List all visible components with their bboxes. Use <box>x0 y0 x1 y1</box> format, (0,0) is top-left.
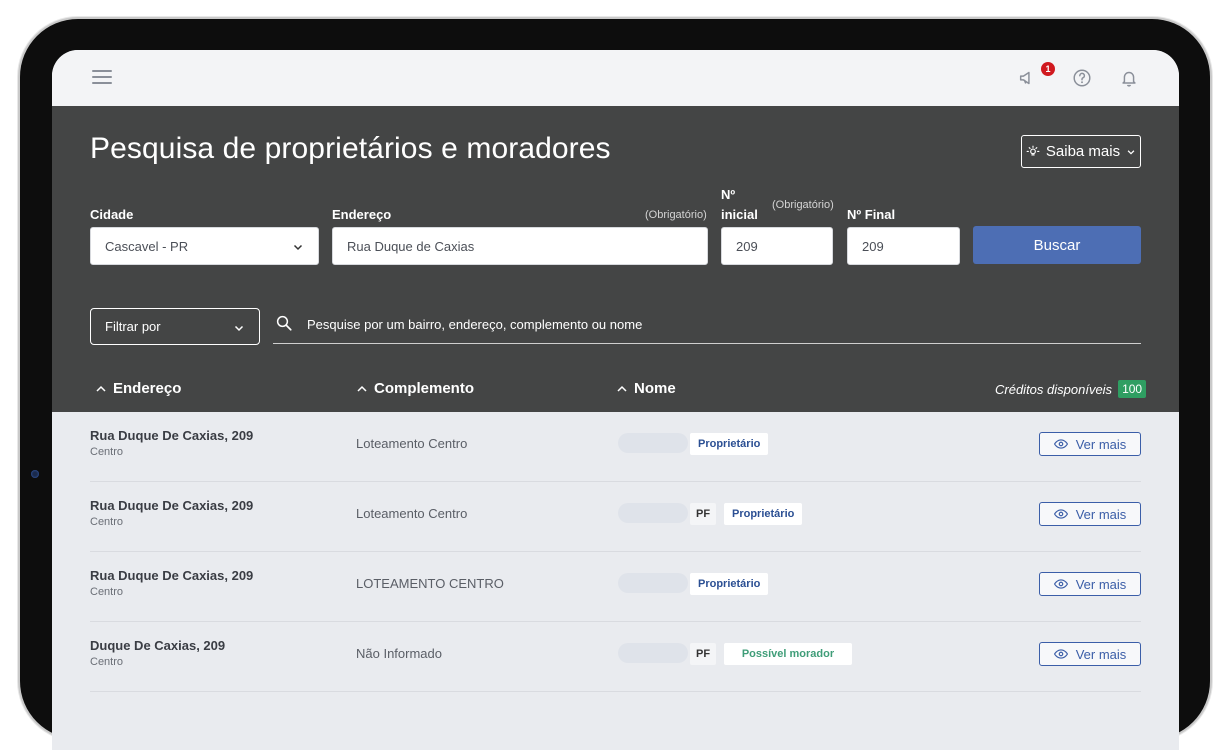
table-row: Rua Duque De Caxias, 209 Centro Loteamen… <box>90 482 1141 552</box>
name-placeholder <box>618 643 688 663</box>
num-inicial-value: 209 <box>736 238 758 254</box>
row-bairro: Centro <box>90 656 124 668</box>
search-icon <box>276 315 292 331</box>
name-placeholder <box>618 433 688 453</box>
tag-badge: Proprietário <box>690 433 769 455</box>
search-panel: Pesquisa de proprietários e moradores Sa… <box>52 106 1179 412</box>
table-row: Rua Duque De Caxias, 209 Centro Loteamen… <box>90 412 1141 482</box>
chevron-up-icon <box>617 385 627 392</box>
ver-mais-button[interactable]: Ver mais <box>1039 572 1141 596</box>
column-header-complemento[interactable]: Complemento <box>356 380 474 397</box>
chevron-down-icon <box>293 244 303 251</box>
tablet-frame: 1 Pesquisa de proprietários e moradores … <box>20 19 1210 750</box>
filtrar-por-select[interactable]: Filtrar por <box>90 308 260 345</box>
name-placeholder <box>618 503 688 523</box>
row-address: Rua Duque De Caxias, 209 <box>90 428 254 443</box>
num-inicial-required-note: (Obrigatório) <box>772 199 834 211</box>
num-inicial-label-line2: inicial <box>721 207 758 222</box>
table-row: Rua Duque De Caxias, 209 Centro LOTEAMEN… <box>90 552 1141 622</box>
column-header-endereco-label: Endereço <box>113 380 182 397</box>
column-header-complemento-label: Complemento <box>374 380 475 397</box>
row-bairro: Centro <box>90 516 124 528</box>
tag-badge: Possível morador <box>724 643 852 665</box>
endereco-required-note: (Obrigatório) <box>645 209 707 221</box>
chevron-down-icon <box>1127 149 1135 155</box>
ver-mais-button[interactable]: Ver mais <box>1039 642 1141 666</box>
ver-mais-button[interactable]: Ver mais <box>1039 432 1141 456</box>
row-complemento: Loteamento Centro <box>356 506 468 521</box>
num-inicial-label-line1: Nº <box>721 187 736 202</box>
lightbulb-icon <box>1026 145 1040 155</box>
app-screen: 1 Pesquisa de proprietários e moradores … <box>52 50 1179 750</box>
endereco-input[interactable]: Rua Duque de Caxias <box>332 227 708 265</box>
column-header-endereco[interactable]: Endereço <box>95 380 181 397</box>
ver-mais-label: Ver mais <box>1075 436 1127 452</box>
saiba-mais-button[interactable]: Saiba mais <box>1021 135 1141 168</box>
eye-icon <box>1053 439 1068 449</box>
buscar-button[interactable]: Buscar <box>973 226 1141 264</box>
ver-mais-label: Ver mais <box>1075 576 1127 592</box>
eye-icon <box>1053 509 1068 519</box>
row-complemento: LOTEAMENTO CENTRO <box>356 576 504 591</box>
num-inicial-input[interactable]: 209 <box>721 227 833 265</box>
row-complemento: Loteamento Centro <box>356 436 468 451</box>
row-address: Rua Duque De Caxias, 209 <box>90 568 254 583</box>
megaphone-icon[interactable] <box>1017 67 1039 89</box>
help-icon[interactable] <box>1071 67 1093 89</box>
ver-mais-label: Ver mais <box>1075 506 1127 522</box>
chevron-down-icon <box>234 325 244 332</box>
row-bairro: Centro <box>90 586 124 598</box>
creditos-label: Créditos disponíveis <box>995 381 1113 397</box>
tag-badge: Proprietário <box>690 573 769 595</box>
column-header-nome[interactable]: Nome <box>616 380 676 397</box>
pf-badge: PF <box>690 643 717 665</box>
search-placeholder: Pesquise por um bairro, endereço, comple… <box>307 317 643 332</box>
saiba-mais-label: Saiba mais <box>1045 143 1121 160</box>
chevron-up-icon <box>96 385 106 392</box>
eye-icon <box>1053 649 1068 659</box>
notification-badge: 1 <box>1041 62 1055 76</box>
row-bairro: Centro <box>90 446 124 458</box>
bell-icon[interactable] <box>1118 67 1140 89</box>
top-bar: 1 <box>52 50 1179 106</box>
num-final-label: Nº Final <box>847 207 896 222</box>
endereco-label: Endereço <box>332 207 392 222</box>
search-input[interactable]: Pesquise por um bairro, endereço, comple… <box>273 308 1141 344</box>
table-row: Duque De Caxias, 209 Centro Não Informad… <box>90 622 1141 692</box>
cidade-value: Cascavel - PR <box>105 238 189 254</box>
ver-mais-button[interactable]: Ver mais <box>1039 502 1141 526</box>
name-placeholder <box>618 573 688 593</box>
cidade-label: Cidade <box>90 207 134 222</box>
column-header-nome-label: Nome <box>634 380 676 397</box>
cidade-select[interactable]: Cascavel - PR <box>90 227 319 265</box>
endereco-value: Rua Duque de Caxias <box>347 238 475 254</box>
row-address: Rua Duque De Caxias, 209 <box>90 498 254 513</box>
chevron-up-icon <box>357 385 367 392</box>
num-final-input[interactable]: 209 <box>847 227 960 265</box>
eye-icon <box>1053 579 1068 589</box>
page-title: Pesquisa de proprietários e moradores <box>90 132 611 165</box>
pf-badge: PF <box>690 503 717 525</box>
filtrar-por-label: Filtrar por <box>105 319 161 334</box>
creditos-disponiveis: Créditos disponíveis 100 <box>995 380 1147 398</box>
creditos-value: 100 <box>1118 380 1147 398</box>
row-address: Duque De Caxias, 209 <box>90 638 226 653</box>
camera-dot <box>31 470 39 478</box>
menu-icon[interactable] <box>92 70 112 84</box>
num-final-value: 209 <box>862 238 884 254</box>
ver-mais-label: Ver mais <box>1075 646 1127 662</box>
tag-badge: Proprietário <box>724 503 803 525</box>
row-complemento: Não Informado <box>356 646 442 661</box>
